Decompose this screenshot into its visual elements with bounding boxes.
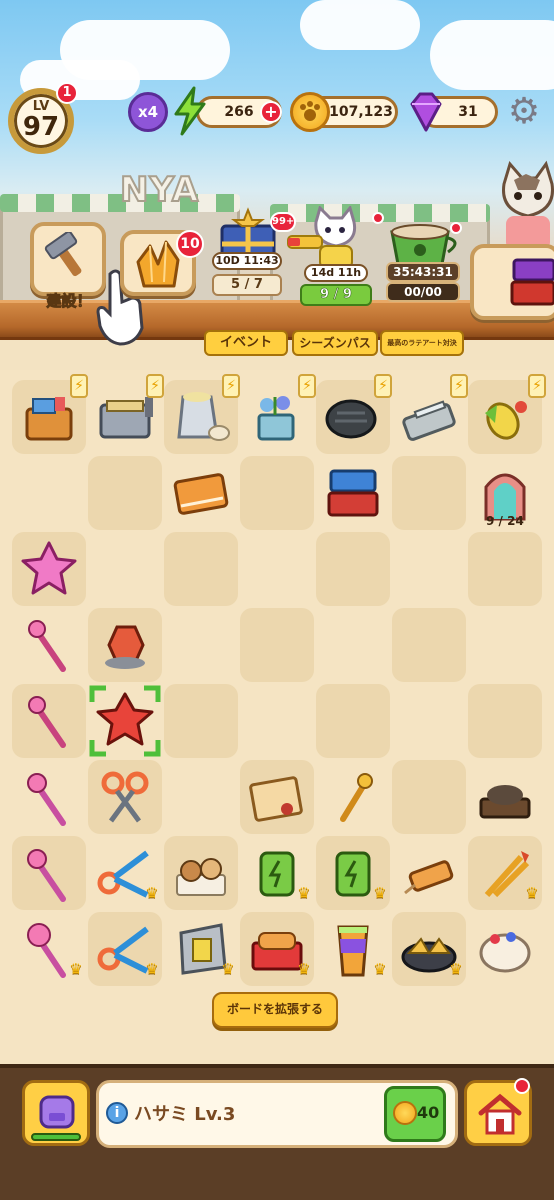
pink-wand-item[interactable] — [12, 684, 86, 758]
coin-icon — [393, 1101, 417, 1125]
event-progress: 5 / 7 — [212, 274, 282, 296]
ruby-gem-item[interactable] — [88, 608, 162, 682]
info-icon[interactable]: i — [106, 1102, 128, 1124]
inventory-button[interactable] — [22, 1080, 90, 1146]
energy-value: 266 — [224, 104, 254, 120]
coin-paw-icon — [290, 92, 330, 132]
gem-icon — [410, 92, 442, 132]
energy-bolt-icon: ⚡ — [146, 374, 164, 398]
add-energy-icon[interactable]: + — [260, 101, 282, 123]
stacked-books-item[interactable] — [316, 456, 390, 530]
energy-bolt-icon: ⚡ — [70, 374, 88, 398]
envelope-letter-item[interactable] — [240, 760, 314, 834]
crown-icon: ♛ — [297, 884, 311, 902]
energy-bolt-icon: ⚡ — [374, 374, 392, 398]
board-cell[interactable] — [468, 532, 542, 606]
house-icon — [478, 1093, 522, 1135]
crystal-notification-badge: 10 — [176, 230, 204, 258]
settings-gear-icon[interactable]: ⚙ — [504, 92, 544, 132]
expand-board-button[interactable]: ボードを拡張する — [212, 992, 338, 1028]
cat-mascot — [502, 160, 554, 250]
cat-water-gun-character — [287, 206, 357, 269]
energy-multiplier-button[interactable]: x4 — [128, 92, 168, 132]
scissors-item[interactable] — [88, 760, 162, 834]
books-stack-icon — [510, 258, 554, 306]
hammer-icon — [44, 232, 82, 277]
cloud — [430, 20, 554, 90]
season-progress: 9 / 9 — [300, 284, 372, 306]
board-cell[interactable] — [240, 456, 314, 530]
red-crystal-flower-selected[interactable] — [88, 684, 162, 758]
tab-event[interactable]: イベント — [204, 330, 288, 356]
steamed-dish-item[interactable] — [468, 760, 542, 834]
board-cell[interactable] — [316, 532, 390, 606]
crown-icon: ♛ — [69, 960, 83, 978]
shop-sign: NYA — [119, 169, 200, 211]
board-cell[interactable] — [316, 684, 390, 758]
crown-icon: ♛ — [297, 960, 311, 978]
board-cell[interactable] — [240, 608, 314, 682]
cat-cookies-item[interactable] — [164, 836, 238, 910]
energy-bolt-icon — [174, 86, 206, 136]
board-cell[interactable] — [164, 684, 238, 758]
sell-price: 40 — [417, 1103, 440, 1122]
board-cell[interactable] — [164, 532, 238, 606]
orange-book-item[interactable] — [164, 456, 238, 530]
season-timer: 14d 11h — [304, 264, 368, 282]
event-timer: 10D 11:43 — [212, 252, 282, 270]
cloud — [300, 0, 420, 50]
crown-icon: ♛ — [373, 884, 387, 902]
inventory-capacity-bar — [31, 1133, 81, 1141]
portal-count: 9 / 24 — [486, 514, 524, 528]
level-value: 97 — [22, 112, 60, 142]
pink-wand-item[interactable] — [12, 608, 86, 682]
fried-skewer-item[interactable] — [392, 836, 466, 910]
board-cell[interactable] — [392, 608, 466, 682]
golden-wand-item[interactable] — [316, 760, 390, 834]
paw-wand-item[interactable] — [12, 760, 86, 834]
red-dot-badge — [372, 212, 384, 224]
roll-cake-item[interactable] — [468, 912, 542, 986]
energy-bolt-icon: ⚡ — [222, 374, 240, 398]
board-cell[interactable] — [392, 456, 466, 530]
crown-icon: ♛ — [525, 884, 539, 902]
pink-crystal-flower-item[interactable] — [12, 532, 86, 606]
backpack-icon — [39, 1095, 75, 1129]
energy-bolt-icon: ⚡ — [528, 374, 546, 398]
board-cell[interactable] — [88, 456, 162, 530]
energy-bolt-icon: ⚡ — [298, 374, 316, 398]
board-cell[interactable] — [392, 760, 466, 834]
energy-bolt-icon: ⚡ — [450, 374, 468, 398]
selected-item-name: ハサミ Lv.3 — [134, 1104, 236, 1125]
crown-icon: ♛ — [221, 960, 235, 978]
crown-icon: ♛ — [449, 960, 463, 978]
red-dot-badge — [450, 222, 462, 234]
latte-timer: 35:43:31 — [386, 262, 460, 282]
home-notification-dot — [514, 1078, 530, 1094]
sell-button[interactable]: 40 — [384, 1086, 446, 1142]
tab-latte-battle[interactable]: 最高のラテアート対決 — [380, 330, 464, 356]
board-cell[interactable] — [468, 684, 542, 758]
tab-season-pass[interactable]: シーズンパス — [292, 330, 378, 356]
crown-icon: ♛ — [373, 960, 387, 978]
crown-icon: ♛ — [145, 960, 159, 978]
cat-notification-badge: 99+ — [270, 212, 296, 232]
crown-icon: ♛ — [145, 884, 159, 902]
paw-wand-item[interactable] — [12, 836, 86, 910]
latte-progress: 00/00 — [386, 282, 460, 302]
level-notification-badge: 1 — [56, 82, 78, 104]
